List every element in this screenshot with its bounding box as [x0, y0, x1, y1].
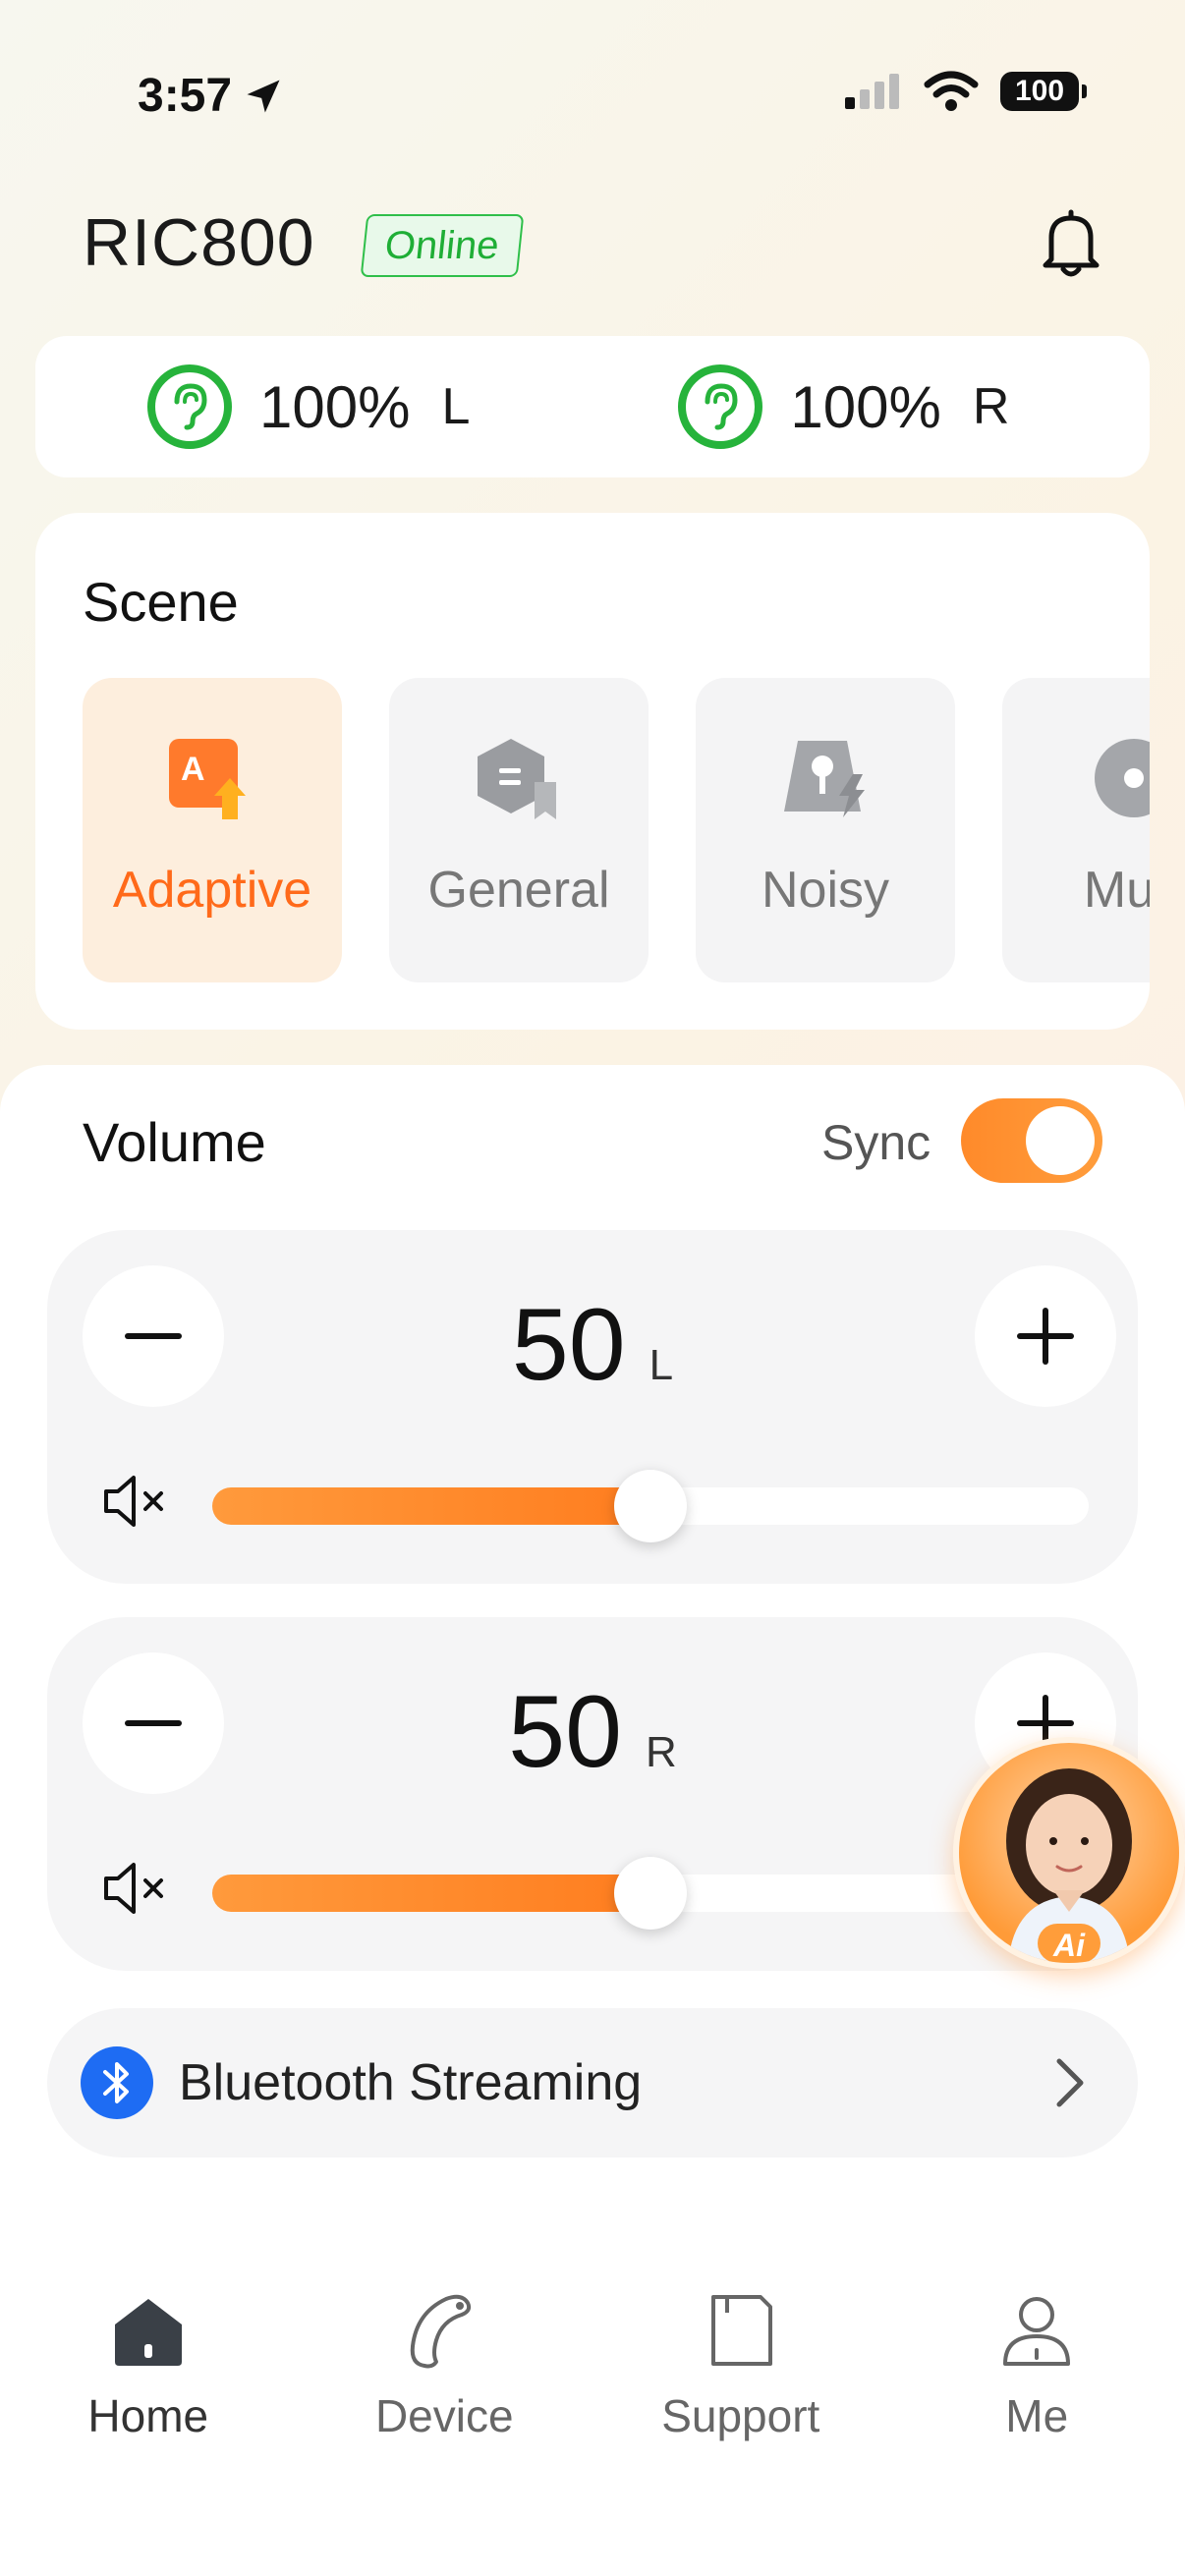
battery-indicator: 100: [1000, 72, 1087, 111]
online-status-badge: Online: [360, 214, 524, 277]
ear-icon: [147, 364, 232, 449]
scene-general[interactable]: General: [389, 678, 649, 982]
svg-text:A: A: [181, 751, 205, 788]
toggle-knob: [1026, 1106, 1095, 1175]
location-arrow-icon: [247, 80, 280, 112]
scene-card: Scene A Adaptive General Noisy Mu: [35, 513, 1150, 1030]
left-volume-side: L: [649, 1341, 674, 1389]
scene-noisy[interactable]: Noisy: [696, 678, 955, 982]
slider-handle[interactable]: [614, 1470, 687, 1542]
online-status-text: Online: [382, 223, 501, 267]
ear-icon: [678, 364, 763, 449]
tab-home[interactable]: Home: [0, 2289, 297, 2505]
general-scene-icon: [478, 739, 556, 819]
scene-label: Mus: [1083, 862, 1150, 919]
right-volume-number: 50: [508, 1675, 622, 1789]
battery-level: 100: [1014, 75, 1065, 107]
scene-label: Adaptive: [112, 862, 312, 919]
scene-label: General: [427, 862, 610, 919]
slider-handle[interactable]: [614, 1857, 687, 1930]
right-volume-value: 50 R: [47, 1674, 1138, 1791]
left-volume-number: 50: [511, 1288, 626, 1402]
adaptive-scene-icon: A: [169, 739, 246, 819]
bottom-tab-bar: Home Device Support Me: [0, 2289, 1185, 2505]
bluetooth-icon: [81, 2046, 153, 2119]
tab-label: Home: [87, 2390, 209, 2441]
left-side-label: L: [441, 378, 471, 435]
hearing-aid-icon: [411, 2294, 472, 2369]
music-scene-icon: [1095, 739, 1150, 817]
ai-badge-text: Ai: [1053, 1928, 1085, 1963]
status-bar-indicators: 100: [843, 71, 1087, 112]
tab-label: Support: [661, 2390, 820, 2441]
scene-music[interactable]: Mus: [1002, 678, 1150, 982]
person-icon: [1003, 2297, 1071, 2366]
bluetooth-streaming-row[interactable]: Bluetooth Streaming: [47, 2008, 1138, 2157]
hearing-aid-battery-card: 100% L 100% R: [35, 336, 1150, 477]
mute-icon[interactable]: [102, 1472, 171, 1531]
wifi-icon: [924, 71, 979, 111]
tab-label: Device: [374, 2390, 514, 2441]
left-volume-value: 50 L: [47, 1287, 1138, 1404]
home-icon: [114, 2299, 182, 2366]
sync-toggle[interactable]: [961, 1098, 1102, 1183]
scene-label: Noisy: [761, 862, 890, 919]
tab-device[interactable]: Device: [297, 2289, 593, 2505]
bluetooth-streaming-label: Bluetooth Streaming: [179, 2054, 643, 2111]
right-volume-side: R: [645, 1728, 677, 1776]
left-battery-level: 100%: [259, 373, 411, 440]
chevron-right-icon: [1056, 2058, 1084, 2107]
support-icon: [710, 2295, 772, 2366]
cellular-signal-icon: [845, 74, 899, 109]
bell-icon[interactable]: [1040, 208, 1102, 279]
left-volume-slider[interactable]: [212, 1470, 1089, 1542]
slider-fill: [212, 1487, 650, 1525]
tab-label: Me: [1005, 2390, 1069, 2441]
plus-icon: [1017, 1308, 1074, 1365]
right-battery-level: 100%: [790, 373, 941, 440]
tab-support[interactable]: Support: [592, 2289, 889, 2505]
device-name: RIC800: [83, 205, 315, 280]
scene-adaptive[interactable]: A Adaptive: [83, 678, 342, 982]
scene-list[interactable]: A Adaptive General Noisy Mu: [83, 678, 1150, 982]
noisy-scene-icon: [784, 741, 865, 817]
time-text: 3:57: [138, 70, 233, 122]
scene-title: Scene: [83, 571, 239, 633]
status-bar-time: 3:57: [138, 69, 285, 123]
right-side-label: R: [972, 378, 1010, 435]
ai-assistant-button[interactable]: Ai: [953, 1737, 1185, 1969]
sync-label: Sync: [821, 1115, 931, 1170]
mute-icon[interactable]: [102, 1859, 171, 1918]
volume-title: Volume: [83, 1111, 266, 1173]
right-battery: 100% R: [678, 364, 1009, 449]
left-volume-increase-button[interactable]: [975, 1265, 1116, 1407]
slider-fill: [212, 1875, 650, 1912]
left-volume-card: 50 L: [47, 1230, 1138, 1584]
tab-me[interactable]: Me: [889, 2289, 1185, 2505]
left-battery: 100% L: [147, 364, 470, 449]
